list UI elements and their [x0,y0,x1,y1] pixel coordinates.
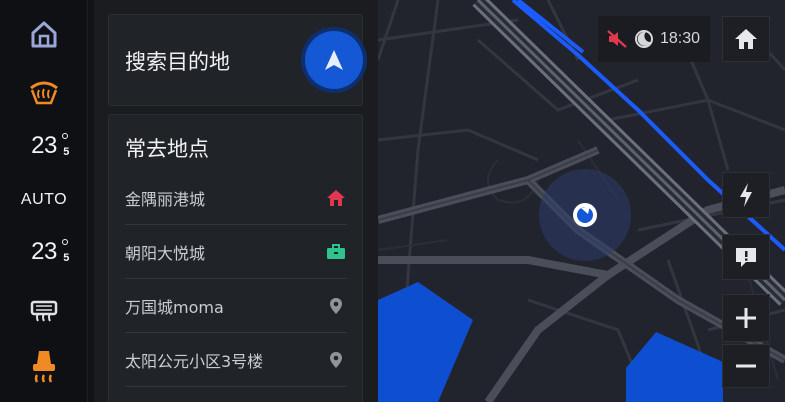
home-map-button[interactable] [722,16,770,62]
report-button[interactable] [722,234,770,280]
left-temp-decimal: 5 [63,146,69,158]
plus-icon [736,308,756,328]
right-temp-whole: 23 [31,238,57,265]
frequent-places-title: 常去地点 [125,137,209,161]
report-icon [736,248,756,267]
place-name: 万国城moma [125,297,224,317]
location-pin-icon [325,295,347,317]
search-destination-card[interactable]: 搜索目的地 [108,14,363,106]
right-temp[interactable]: 23 5 [0,234,88,270]
left-temp-whole: 23 [31,132,57,159]
place-name: 朝阳大悦城 [125,243,206,263]
place-name: 太阳公元小区3号楼 [125,351,264,371]
place-item[interactable]: 金隅丽港城 [125,171,347,225]
status-bar: 18:30 [598,16,710,62]
mute-icon [607,30,627,48]
front-defrost-button[interactable] [0,72,88,112]
location-pin-icon [325,349,347,371]
rear-defrost-button[interactable] [0,290,88,330]
auto-button[interactable]: AUTO [0,186,88,214]
briefcase-icon [325,241,347,263]
front-defrost-icon [30,81,58,105]
navigation-panel: 搜索目的地 常去地点 金隅丽港城 朝阳大悦城 万国城moma 太阳公元小区3号楼 [94,0,378,402]
clock-time: 18:30 [660,30,701,47]
home-icon [325,187,347,209]
left-temp[interactable]: 23 5 [0,128,88,164]
navigation-arrow-icon [325,50,343,70]
home-icon [31,21,57,48]
zoom-in-button[interactable] [722,294,770,342]
rear-defrost-icon [30,300,58,322]
climate-sidebar: 23 5 AUTO 23 5 [0,0,88,402]
place-item[interactable]: 太阳公元小区3号楼 [125,333,347,387]
place-item[interactable]: 万国城moma [125,279,347,333]
frequent-places-card: 常去地点 金隅丽港城 朝阳大悦城 万国城moma 太阳公元小区3号楼 [108,114,363,402]
charging-station-button[interactable] [722,172,770,218]
do-not-disturb-icon [635,30,653,48]
seat-heat-icon [33,351,55,383]
home-button[interactable] [0,14,88,54]
home-icon [735,29,757,49]
zoom-out-button[interactable] [722,344,770,388]
seat-heat-button[interactable] [0,344,88,388]
auto-label: AUTO [20,191,68,208]
minus-icon [736,364,756,368]
right-temp-decimal: 5 [63,252,69,264]
search-destination-label: 搜索目的地 [125,50,230,74]
lightning-icon [740,183,752,207]
place-name: 金隅丽港城 [125,189,206,209]
place-item[interactable]: 朝阳大悦城 [125,225,347,279]
start-navigation-button[interactable] [305,31,363,89]
